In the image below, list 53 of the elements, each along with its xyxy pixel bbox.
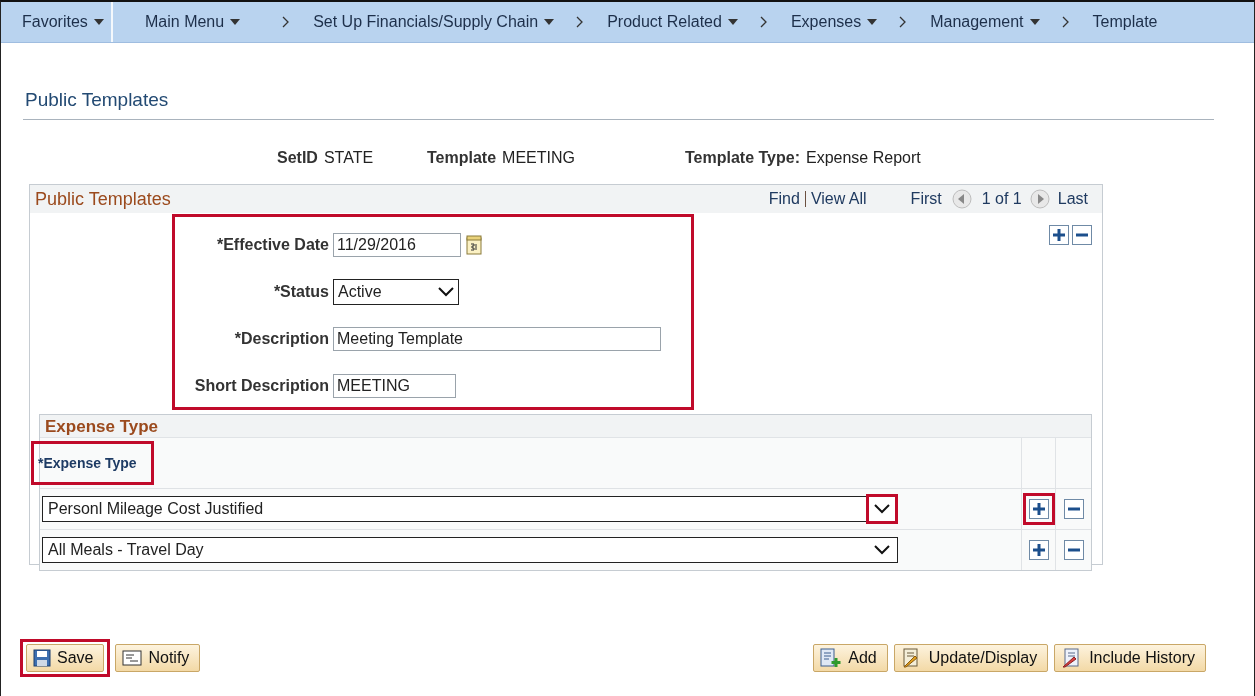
add-button[interactable]: Add xyxy=(813,644,888,672)
note-icon xyxy=(122,650,143,666)
input-field[interactable]: Meeting Template xyxy=(333,327,661,351)
menu-link[interactable]: Management xyxy=(930,13,1040,31)
delete-row-icon[interactable] xyxy=(1063,499,1084,519)
chevron-icon xyxy=(576,16,584,28)
field-label: Template xyxy=(427,149,497,167)
page-title: Public Templates xyxy=(25,89,170,112)
chevron-icon xyxy=(759,16,767,28)
field-label: *Status xyxy=(272,283,329,301)
find-link[interactable]: Find xyxy=(768,190,800,208)
document-plus-icon xyxy=(820,648,843,668)
view-all-link[interactable]: View All xyxy=(810,190,867,208)
chevron-icon xyxy=(899,16,907,28)
field-label: Short Description xyxy=(193,377,329,395)
menu-link[interactable]: Set Up Financials/Supply Chain xyxy=(313,13,555,31)
chevron-icon xyxy=(282,16,290,28)
menu-link[interactable]: Template xyxy=(1092,13,1158,31)
chevron-icon xyxy=(1061,16,1069,28)
input-field[interactable]: MEETING xyxy=(333,374,456,398)
status-dropdown[interactable]: Active xyxy=(333,279,459,305)
notify-button[interactable]: Notify xyxy=(115,644,201,672)
add-row-icon[interactable] xyxy=(1028,540,1049,560)
last-label: Last xyxy=(1057,190,1088,208)
calendar-icon[interactable] xyxy=(466,235,482,255)
row-count: 1 of 1 xyxy=(981,190,1022,208)
menu-link[interactable]: Product Related xyxy=(607,13,738,31)
field-value: Expense Report xyxy=(806,149,921,167)
menu-link[interactable]: Main Menu xyxy=(145,13,241,31)
grid-title: Expense Type xyxy=(40,415,1091,438)
menu-link[interactable]: Favorites xyxy=(1,2,113,42)
expense-type-dropdown[interactable]: Personl Mileage Cost Justified xyxy=(42,496,898,522)
date-field[interactable]: 11/29/2016 xyxy=(333,233,461,257)
menu-link[interactable]: Expenses xyxy=(790,13,878,31)
field-value: STATE xyxy=(323,149,374,167)
field-label: SetID xyxy=(277,149,318,167)
delete-row-icon[interactable] xyxy=(1063,540,1084,560)
section-title: Public Templates xyxy=(35,188,171,210)
column-header: *Expense Type xyxy=(31,441,154,485)
next-icon[interactable] xyxy=(1029,189,1050,209)
first-label: First xyxy=(910,190,942,208)
add-row-icon[interactable] xyxy=(1049,225,1069,245)
update-display-button[interactable]: Update/Display xyxy=(893,644,1049,672)
add-row-icon[interactable] xyxy=(1028,499,1049,519)
field-label: *Description xyxy=(233,330,329,348)
save-button[interactable]: Save xyxy=(26,644,105,672)
field-value: MEETING xyxy=(502,149,575,167)
field-label: Template Type: xyxy=(685,149,800,167)
expense-type-dropdown[interactable]: All Meals - Travel Day xyxy=(42,537,898,563)
field-label: *Effective Date xyxy=(215,236,329,254)
previous-icon[interactable] xyxy=(951,189,972,209)
include-history-button[interactable]: Include History xyxy=(1054,644,1206,672)
delete-row-icon[interactable] xyxy=(1072,225,1092,245)
